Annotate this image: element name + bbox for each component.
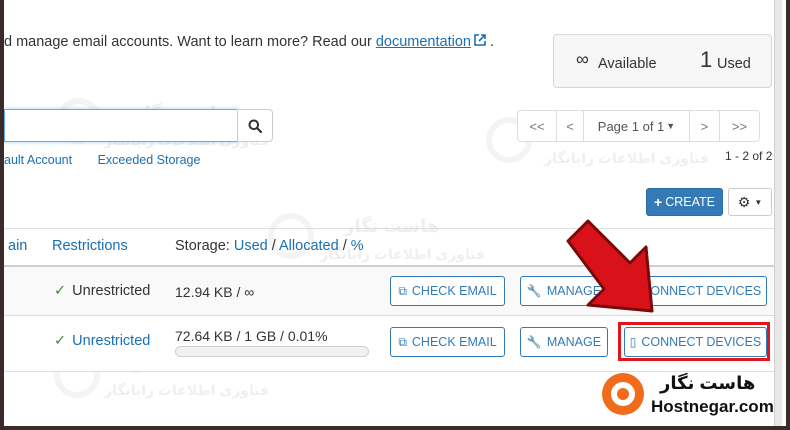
used-count: 1 bbox=[700, 47, 713, 72]
wrench-icon: 🔧 bbox=[526, 284, 542, 298]
intro-suffix: . bbox=[489, 34, 495, 50]
page-frame: هاست نگار فناوری اطلاعات رایانگار هاست ن… bbox=[0, 0, 790, 430]
gear-icon: ⚙ bbox=[737, 193, 751, 210]
brand-logo-icon bbox=[602, 373, 644, 415]
sort-by-percent-link[interactable]: % bbox=[351, 238, 364, 254]
filter-exceeded-storage[interactable]: Exceeded Storage bbox=[98, 153, 201, 167]
brand-name-fa: هاست نگار bbox=[660, 373, 756, 393]
result-count: 1 - 2 of 2 bbox=[725, 149, 773, 163]
caret-down-icon: ▼ bbox=[754, 197, 763, 207]
column-header-storage: Storage: Used / Allocated / % bbox=[175, 238, 364, 254]
search-input[interactable] bbox=[4, 109, 238, 142]
check-email-button[interactable]: ⧉ CHECK EMAIL bbox=[390, 276, 505, 306]
prev-page-button[interactable]: < bbox=[556, 110, 584, 142]
last-page-button[interactable]: >> bbox=[719, 110, 760, 142]
caret-down-icon: ▼ bbox=[666, 121, 676, 131]
storage-usage: 72.64 KB / 1 GB / 0.01% bbox=[175, 328, 328, 344]
check-icon: ✓ bbox=[54, 283, 67, 299]
storage-usage: 12.94 KB / ∞ bbox=[175, 284, 255, 300]
page-select[interactable]: Page 1 of 1 ▼ bbox=[583, 110, 690, 142]
storage-progress-bar bbox=[175, 346, 369, 357]
brand-name-en: Hostnegar.com bbox=[651, 397, 774, 416]
column-header-restrictions[interactable]: Restrictions bbox=[52, 238, 128, 254]
sort-by-used-link[interactable]: Used bbox=[234, 238, 268, 254]
filter-default-account[interactable]: ault Account bbox=[4, 153, 72, 167]
storage-header-prefix: Storage: bbox=[175, 238, 230, 254]
next-page-button[interactable]: > bbox=[689, 110, 720, 142]
storage-header-separator: / bbox=[267, 238, 280, 254]
check-email-label: CHECK EMAIL bbox=[411, 284, 497, 298]
available-label: Available bbox=[598, 56, 657, 72]
check-icon: ✓ bbox=[54, 333, 67, 349]
restriction-status: Unrestricted bbox=[72, 283, 151, 299]
used-label: Used bbox=[717, 56, 751, 72]
search-button[interactable] bbox=[237, 109, 273, 142]
watermark-title: هاست نگار bbox=[344, 216, 440, 236]
intro-text: d manage email accounts. Want to learn m… bbox=[4, 34, 494, 50]
watermark-subtitle: فناوری اطلاعات رایانگار bbox=[104, 382, 270, 398]
create-label: CREATE bbox=[665, 195, 715, 209]
page-select-label: Page 1 of 1 bbox=[597, 118, 665, 134]
external-link-icon: ⧉ bbox=[398, 283, 407, 298]
intro-description: d manage email accounts. Want to learn m… bbox=[4, 34, 372, 50]
storage-header-separator: / bbox=[338, 238, 351, 254]
external-link-icon[interactable] bbox=[474, 34, 486, 49]
check-email-button[interactable]: ⧉ CHECK EMAIL bbox=[390, 327, 505, 357]
restriction-status-link[interactable]: Unrestricted bbox=[72, 333, 150, 349]
watermark-subtitle: فناوری اطلاعات رایانگار bbox=[544, 150, 710, 166]
external-link-icon: ⧉ bbox=[398, 334, 407, 349]
restriction-cell: ✓ Unrestricted bbox=[54, 333, 150, 349]
check-email-label: CHECK EMAIL bbox=[411, 335, 497, 349]
scrollbar[interactable] bbox=[774, 0, 782, 426]
plus-icon: + bbox=[654, 194, 663, 210]
documentation-link[interactable]: documentation bbox=[376, 34, 471, 50]
annotation-arrow-icon bbox=[566, 219, 654, 313]
sort-by-allocated-link[interactable]: Allocated bbox=[279, 238, 339, 254]
pagination: << < Page 1 of 1 ▼ > >> bbox=[517, 110, 760, 142]
account-stats-box: ∞ Available 1 Used bbox=[553, 34, 772, 88]
restriction-cell: ✓ Unrestricted bbox=[54, 283, 150, 299]
search-icon bbox=[248, 119, 262, 133]
wrench-icon: 🔧 bbox=[526, 335, 542, 349]
create-button[interactable]: + CREATE bbox=[646, 188, 723, 216]
manage-button[interactable]: 🔧 MANAGE bbox=[520, 327, 608, 357]
filter-links: ault Account Exceeded Storage bbox=[4, 153, 222, 167]
infinity-icon: ∞ bbox=[576, 49, 589, 69]
manage-label: MANAGE bbox=[546, 335, 602, 349]
column-header-domain[interactable]: ain bbox=[8, 238, 27, 254]
highlight-box bbox=[618, 322, 770, 361]
first-page-button[interactable]: << bbox=[517, 110, 557, 142]
settings-dropdown-button[interactable]: ⚙ ▼ bbox=[728, 188, 772, 216]
